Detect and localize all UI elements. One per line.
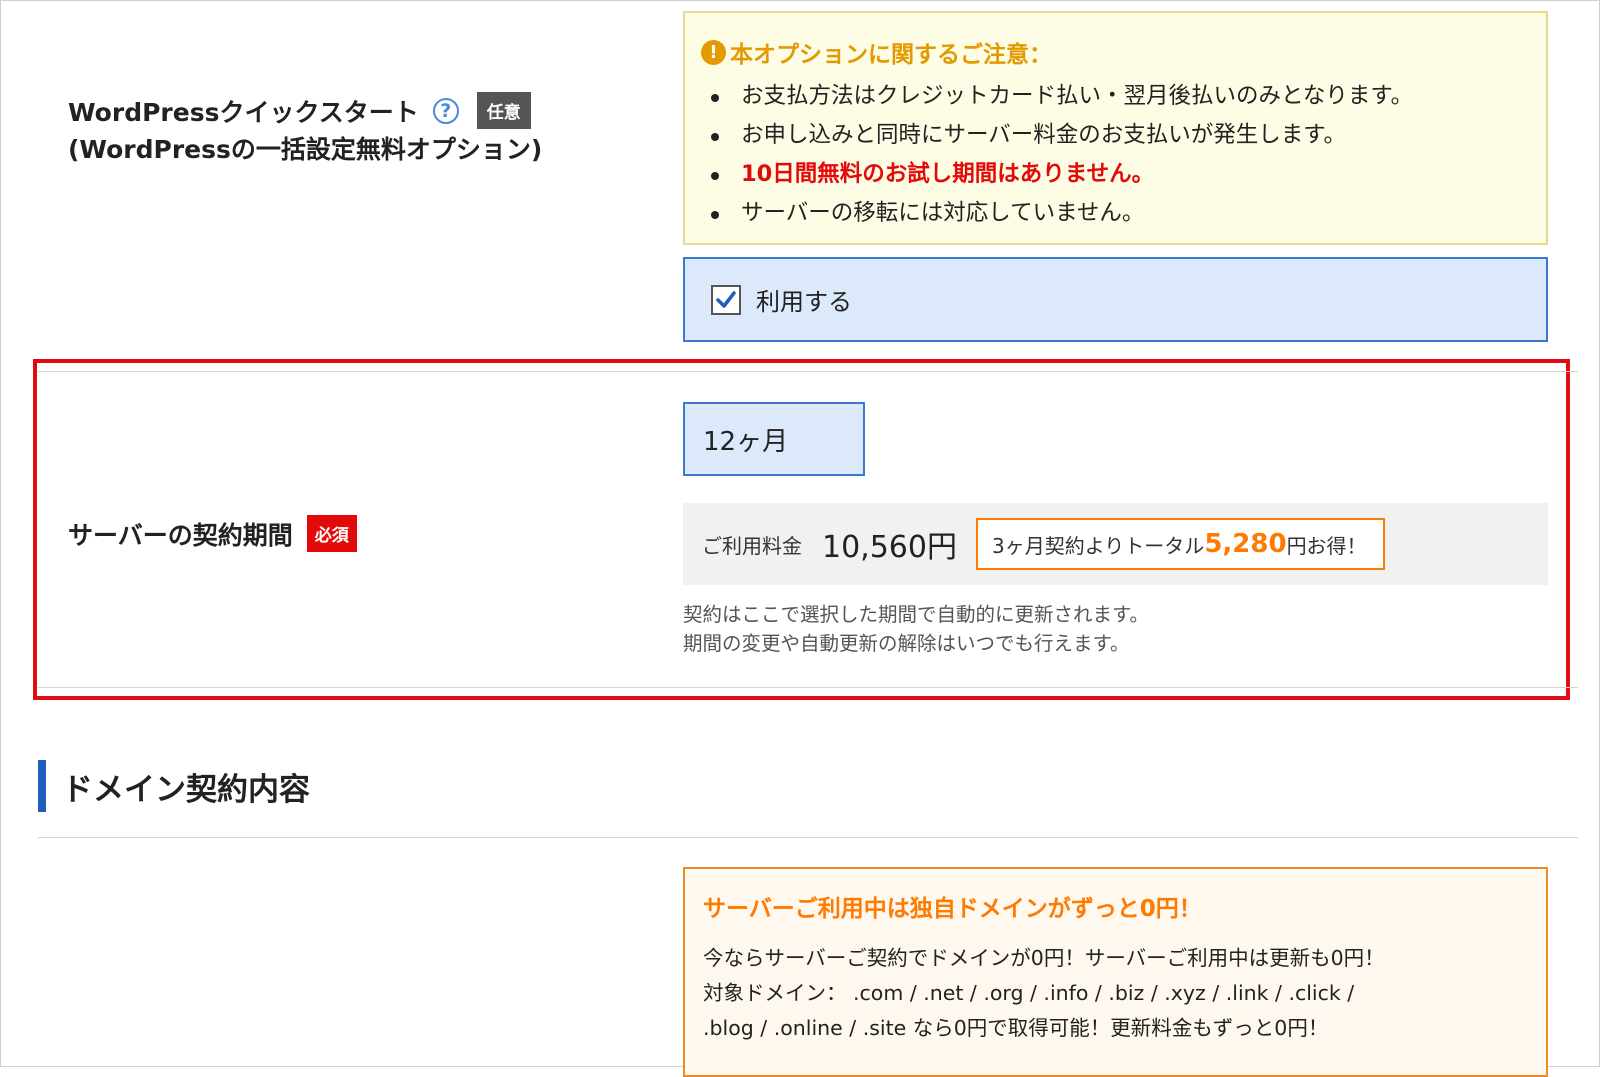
optional-badge: 任意 bbox=[476, 92, 531, 129]
divider bbox=[38, 371, 1578, 372]
saving-badge: 3ヶ月契約よりトータル 5,280 円お得！ bbox=[975, 518, 1385, 570]
wordpress-option-title: WordPressクイックスタート bbox=[68, 97, 419, 127]
required-badge: 必須 bbox=[306, 515, 357, 552]
saving-prefix: 3ヶ月契約よりトータル bbox=[991, 533, 1205, 558]
price-label: ご利用料金 bbox=[702, 533, 802, 558]
domain-promo-body: 今ならサーバーご契約でドメインが0円！サーバーご利用中は更新も0円！ 対象ドメイ… bbox=[703, 941, 1528, 1046]
notice-item-warning: 10日間無料のお試し期間はありません。 bbox=[711, 155, 1530, 194]
domain-section-heading: ドメイン契約内容 bbox=[38, 760, 310, 812]
divider bbox=[38, 837, 1578, 838]
domain-promo-line: .blog / .online / .site なら0円で取得可能！更新料金もず… bbox=[703, 1016, 1329, 1040]
wordpress-option-subtitle: (WordPressの一括設定無料オプション) bbox=[68, 135, 543, 164]
use-option-checkbox[interactable] bbox=[711, 284, 741, 315]
help-icon[interactable]: ? bbox=[432, 97, 459, 124]
server-period-label-row: サーバーの契約期間 必須 bbox=[68, 515, 357, 552]
period-note-line: 期間の変更や自動更新の解除はいつでも行えます。 bbox=[683, 632, 1130, 655]
notice-item: お申し込みと同時にサーバー料金のお支払いが発生します。 bbox=[711, 116, 1530, 155]
period-note: 契約はここで選択した期間で自動的に更新されます。 期間の変更や自動更新の解除はい… bbox=[683, 600, 1149, 658]
saving-suffix: 円お得！ bbox=[1286, 533, 1367, 558]
section-accent-bar bbox=[38, 760, 46, 812]
price-summary: ご利用料金 10,560円 3ヶ月契約よりトータル 5,280 円お得！ bbox=[683, 503, 1548, 585]
notice-list: お支払方法はクレジットカード払い・翌月後払いのみとなります。 お申し込みと同時に… bbox=[701, 77, 1530, 233]
domain-promo-line: 対象ドメイン： .com / .net / .org / .info / .bi… bbox=[703, 981, 1355, 1005]
price-value: 10,560円 bbox=[822, 530, 957, 565]
period-note-line: 契約はここで選択した期間で自動的に更新されます。 bbox=[683, 603, 1150, 626]
notice-item: サーバーの移転には対応していません。 bbox=[711, 194, 1530, 233]
use-option-toggle[interactable]: 利用する bbox=[683, 257, 1548, 342]
saving-amount: 5,280 bbox=[1204, 529, 1287, 559]
option-notice-box: ! 本オプションに関するご注意： お支払方法はクレジットカード払い・翌月後払いの… bbox=[683, 11, 1548, 245]
wordpress-option-label: WordPressクイックスタート ? 任意 bbox=[68, 92, 531, 129]
notice-item: お支払方法はクレジットカード払い・翌月後払いのみとなります。 bbox=[711, 77, 1530, 116]
domain-promo-box: サーバーご利用中は独自ドメインがずっと0円！ 今ならサーバーご契約でドメインが0… bbox=[683, 867, 1548, 1077]
notice-title-row: ! 本オプションに関するご注意： bbox=[701, 35, 1530, 69]
notice-title: 本オプションに関するご注意： bbox=[730, 42, 1052, 68]
checkmark-icon bbox=[716, 290, 736, 308]
domain-promo-title: サーバーご利用中は独自ドメインがずっと0円！ bbox=[703, 896, 1202, 922]
divider bbox=[38, 687, 1578, 688]
server-period-label: サーバーの契約期間 bbox=[68, 520, 293, 550]
domain-section-title: ドメイン契約内容 bbox=[62, 771, 310, 808]
contract-period-select[interactable]: 12ヶ月 bbox=[683, 402, 865, 476]
warning-icon: ! bbox=[701, 39, 726, 65]
use-option-label: 利用する bbox=[756, 288, 852, 316]
domain-promo-line: 今ならサーバーご契約でドメインが0円！サーバーご利用中は更新も0円！ bbox=[703, 946, 1385, 970]
